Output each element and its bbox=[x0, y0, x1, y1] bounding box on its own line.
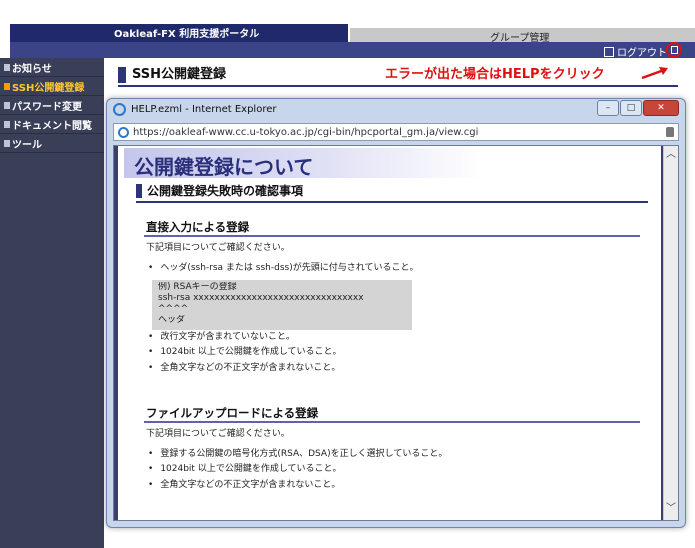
window-titlebar[interactable]: HELP.ezml - Internet Explorer – □ ✕ bbox=[107, 99, 685, 121]
direct-intro: 下記項目についてご確認ください。 bbox=[146, 243, 290, 253]
bullet-icon bbox=[4, 101, 10, 109]
help-banner: 公開鍵登録について bbox=[124, 148, 484, 179]
portal-title: Oakleaf-FX 利用支援ポータル bbox=[114, 29, 260, 40]
scroll-down-icon[interactable]: ﹀ bbox=[664, 502, 678, 516]
scroll-up-icon[interactable]: ︿ bbox=[664, 148, 678, 162]
sidebar-item-tools[interactable]: ツール bbox=[0, 134, 104, 153]
lock-icon bbox=[666, 127, 674, 137]
annotation-text: エラーが出た場合はHELPをクリック bbox=[385, 67, 605, 82]
sidebar-item-news[interactable]: お知らせ bbox=[0, 58, 104, 77]
bullet-icon bbox=[4, 139, 10, 147]
help-page: 公開鍵登録について 公開鍵登録失敗時の確認事項 直接入力による登録 下記項目につ… bbox=[118, 146, 661, 520]
sidebar-item-label: パスワード変更 bbox=[12, 101, 82, 113]
minimize-button[interactable]: – bbox=[597, 100, 619, 116]
example-line: 例) RSAキーの登録 bbox=[158, 282, 237, 292]
close-button[interactable]: ✕ bbox=[643, 100, 679, 116]
portal-title-bar: Oakleaf-FX 利用支援ポータル bbox=[10, 24, 348, 42]
sidebar-item-label: SSH公開鍵登録 bbox=[12, 82, 85, 94]
sidebar: お知らせ SSH公開鍵登録 パスワード変更 ドキュメント閲覧 ツール bbox=[0, 58, 104, 548]
divider bbox=[136, 201, 648, 203]
vertical-scrollbar[interactable]: ︿ ﹀ bbox=[663, 146, 678, 520]
upload-intro: 下記項目についてご確認ください。 bbox=[146, 429, 290, 439]
arrow-icon bbox=[641, 67, 668, 80]
page-title: SSH公開鍵登録 bbox=[118, 67, 226, 83]
sidebar-item-documents[interactable]: ドキュメント閲覧 bbox=[0, 115, 104, 134]
portal-header: Oakleaf-FX 利用支援ポータル グループ管理 bbox=[0, 18, 695, 44]
browser-content: 公開鍵登録について 公開鍵登録失敗時の確認事項 直接入力による登録 下記項目につ… bbox=[113, 145, 679, 521]
help-heading: 公開鍵登録失敗時の確認事項 bbox=[136, 184, 303, 198]
upload-list: 登録する公開鍵の暗号化方式(RSA、DSA)を正しく選択していること。 1024… bbox=[148, 447, 447, 493]
window-controls: – □ ✕ bbox=[596, 100, 679, 116]
example-line: ^^^^ bbox=[158, 304, 189, 314]
upload-section-title: ファイルアップロードによる登録 bbox=[146, 406, 319, 420]
direct-list-header: ヘッダ(ssh-rsa または ssh-dss)が先頭に付与されていること。 bbox=[148, 261, 418, 276]
help-browser-window[interactable]: HELP.ezml - Internet Explorer – □ ✕ http… bbox=[106, 98, 686, 528]
sidebar-item-ssh-key[interactable]: SSH公開鍵登録 bbox=[0, 77, 104, 96]
list-item: ヘッダ(ssh-rsa または ssh-dss)が先頭に付与されていること。 bbox=[148, 261, 418, 276]
list-item: 全角文字などの不正文字が含まれないこと。 bbox=[148, 361, 342, 376]
help-icon bbox=[670, 46, 678, 54]
ie-page-icon bbox=[118, 126, 129, 138]
example-line: ssh-rsa xxxxxxxxxxxxxxxxxxxxxxxxxxxxxxxx bbox=[158, 293, 364, 303]
logout-label: ログアウト bbox=[617, 48, 667, 59]
help-button[interactable] bbox=[666, 42, 682, 58]
divider bbox=[144, 235, 640, 237]
list-item: 登録する公開鍵の暗号化方式(RSA、DSA)を正しく選択していること。 bbox=[148, 447, 447, 462]
example-line: ヘッダ bbox=[158, 315, 186, 325]
help-banner-title: 公開鍵登録について bbox=[134, 155, 314, 179]
address-bar[interactable]: https://oakleaf-www.cc.u-tokyo.ac.jp/cgi… bbox=[113, 123, 679, 141]
bullet-icon bbox=[4, 120, 10, 128]
key-example-box: 例) RSAキーの登録 ssh-rsa xxxxxxxxxxxxxxxxxxxx… bbox=[152, 280, 412, 330]
tab-group-management[interactable]: グループ管理 bbox=[350, 28, 695, 44]
direct-list: 改行文字が含まれていないこと。 1024bit 以上で公開鍵を作成していること。… bbox=[148, 330, 342, 376]
divider bbox=[144, 421, 640, 423]
address-url[interactable]: https://oakleaf-www.cc.u-tokyo.ac.jp/cgi… bbox=[133, 127, 478, 138]
ie-logo-icon bbox=[113, 103, 126, 116]
logout-link[interactable]: ログアウト bbox=[604, 44, 667, 59]
divider bbox=[118, 85, 678, 87]
list-item: 全角文字などの不正文字が含まれないこと。 bbox=[148, 478, 447, 493]
maximize-button[interactable]: □ bbox=[620, 100, 642, 116]
sidebar-item-label: お知らせ bbox=[12, 63, 52, 75]
direct-section-title: 直接入力による登録 bbox=[146, 220, 250, 234]
portal-nav-strip bbox=[10, 42, 695, 58]
list-item: 1024bit 以上で公開鍵を作成していること。 bbox=[148, 462, 447, 477]
sidebar-item-label: ツール bbox=[12, 139, 42, 151]
bullet-icon bbox=[4, 82, 10, 90]
list-item: 1024bit 以上で公開鍵を作成していること。 bbox=[148, 345, 341, 360]
sidebar-item-label: ドキュメント閲覧 bbox=[12, 120, 92, 132]
sidebar-item-password[interactable]: パスワード変更 bbox=[0, 96, 104, 115]
logout-icon bbox=[604, 46, 614, 57]
list-item: 改行文字が含まれていないこと。 bbox=[148, 330, 342, 345]
bullet-icon bbox=[4, 63, 10, 71]
window-title: HELP.ezml - Internet Explorer bbox=[131, 104, 277, 115]
